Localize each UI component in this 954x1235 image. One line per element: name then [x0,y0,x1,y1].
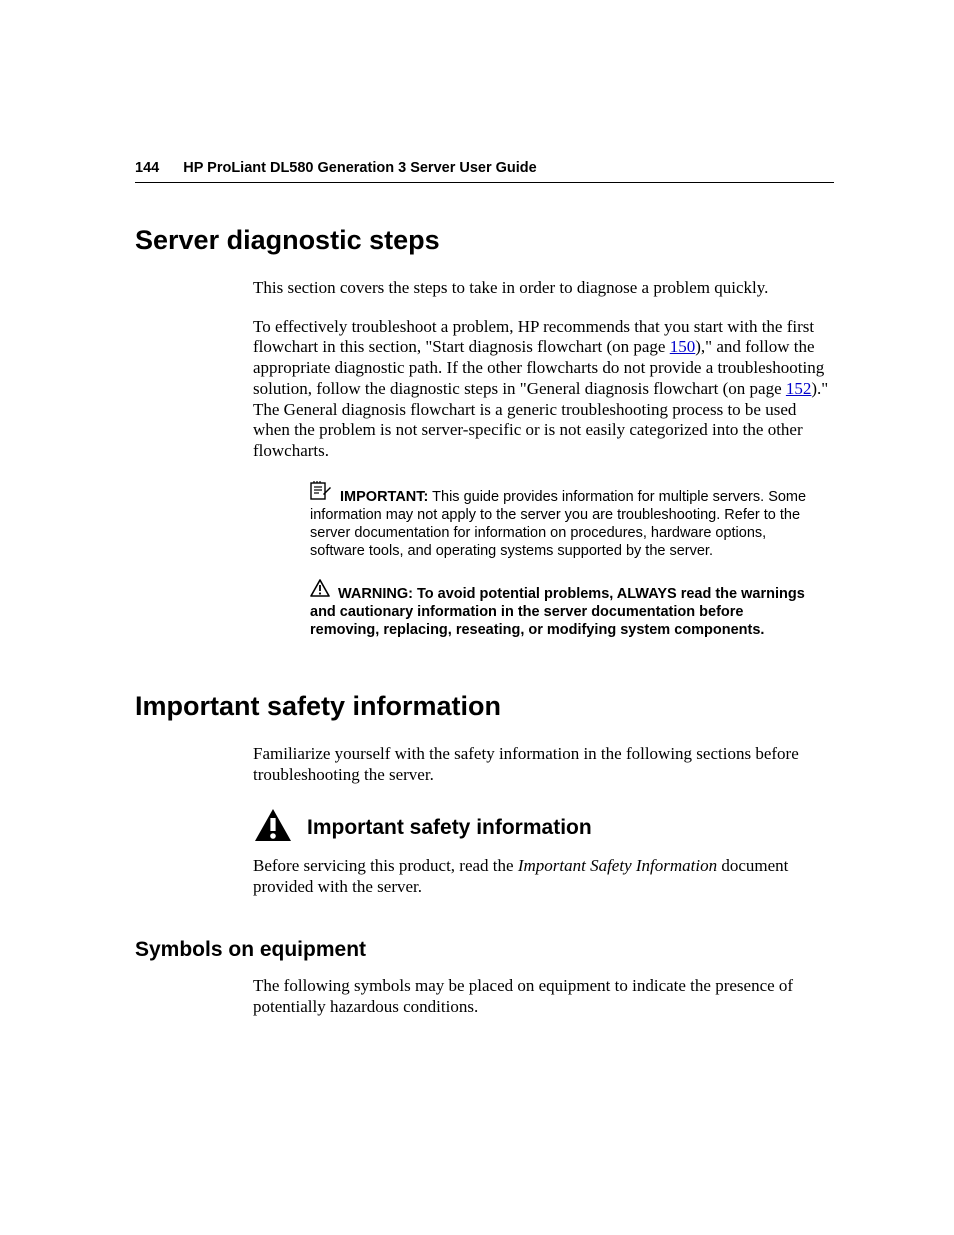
heading-server-diagnostic-steps: Server diagnostic steps [135,225,834,256]
paragraph: Familiarize yourself with the safety inf… [253,744,834,785]
doc-title: HP ProLiant DL580 Generation 3 Server Us… [183,160,537,176]
paragraph: The following symbols may be placed on e… [253,976,834,1017]
document-page: 144 HP ProLiant DL580 Generation 3 Serve… [0,0,954,1095]
important-label: IMPORTANT: [340,489,428,505]
important-note: IMPORTANT: This guide provides informati… [310,480,814,561]
paragraph: To effectively troubleshoot a problem, H… [253,317,834,462]
paragraph: This section covers the steps to take in… [253,278,834,299]
paragraph: Before servicing this product, read the … [253,856,834,897]
warning-label: WARNING: [338,586,413,602]
warning-note: WARNING: To avoid potential problems, AL… [310,579,814,640]
section2-body: Familiarize yourself with the safety inf… [253,744,834,898]
running-header: 144 HP ProLiant DL580 Generation 3 Serve… [135,160,834,183]
page-link-152[interactable]: 152 [786,379,812,398]
safety-subheading-row: Important safety information [253,807,834,848]
exclamation-triangle-icon [253,807,293,848]
text: Before servicing this product, read the [253,856,518,875]
italic-text: Important Safety Information [518,856,717,875]
page-number: 144 [135,160,159,176]
subheading-important-safety-information: Important safety information [307,816,592,840]
page-link-150[interactable]: 150 [670,337,696,356]
warning-triangle-icon [310,579,330,602]
section3-body: The following symbols may be placed on e… [253,976,834,1017]
section1-body: This section covers the steps to take in… [253,278,834,462]
note-icon [310,480,332,505]
heading-symbols-on-equipment: Symbols on equipment [135,938,834,962]
heading-important-safety-information: Important safety information [135,691,834,722]
